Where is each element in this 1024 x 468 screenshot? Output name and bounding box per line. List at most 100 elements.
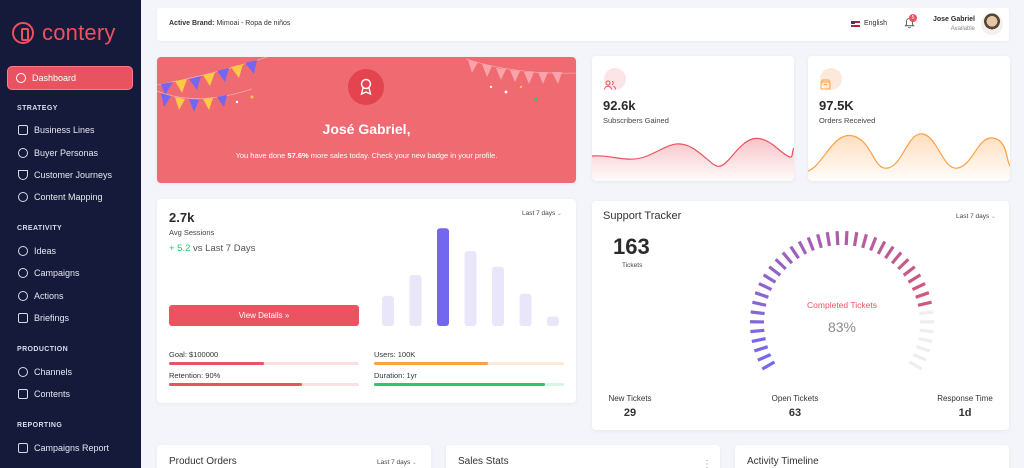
goal-progress-fill [169,362,264,365]
language-selector[interactable]: English [851,20,887,27]
users-progress-fill [374,362,488,365]
subscribers-value: 92.6k [603,98,636,113]
gauge-segment [781,251,794,265]
topbar: Active Brand: Mimoai - Ropa de niños Eng… [157,8,1009,41]
hero-title: José Gabriel, [322,121,411,137]
sidebar-item-label: Briefings [34,313,70,323]
sidebar-item-buyer-personas[interactable]: Buyer Personas [18,148,98,158]
open-tickets-label: Open Tickets [771,394,819,403]
orders-label: Orders Received [819,116,876,125]
new-tickets-label: New Tickets [608,394,652,403]
sidebar-item-label: Customer Journeys [34,170,113,180]
sidebar-item-business-lines[interactable]: Business Lines [18,125,95,135]
play-circle-icon [18,291,28,301]
sidebar-item-channels[interactable]: Channels [18,367,72,377]
users-label: Users: 100K [374,350,416,359]
sessions-bar-chart [382,228,559,326]
duration-progress-fill [374,383,545,386]
sidebar-item-actions[interactable]: Actions [18,291,64,301]
congratulations-card: José Gabriel, You have done 57.6% more s… [157,57,576,183]
sidebar-item-campaigns[interactable]: Campaigns [18,268,80,278]
package-icon [820,79,831,90]
subscribers-card: 92.6k Subscribers Gained [592,56,794,181]
open-tickets-value: 63 [788,407,802,419]
subscribers-sparkline [592,137,794,181]
gauge-segment [754,291,769,299]
gauge-segment [753,345,769,353]
gauge-value: 83% [827,319,857,335]
session-bar [409,275,422,326]
gauge-segment [919,328,934,334]
gauge-segment [897,258,910,271]
us-flag-icon [851,20,860,27]
gauge-segment [752,300,767,307]
support-tracker-card: Support Tracker Last 7 days 163 Tickets … [592,201,1009,430]
copy-icon [18,389,28,399]
gauge-segment [750,310,765,316]
gauge-segment [861,233,868,249]
sidebar-item-campaigns-report[interactable]: Campaigns Report [18,443,109,453]
tickets-label: Tickets [622,262,643,269]
sidebar-item-contents[interactable]: Contents [18,389,70,399]
sidebar-item-customer-journeys[interactable]: Customer Journeys [18,170,112,180]
sessions-delta: + 5.2 vs Last 7 Days [169,243,256,254]
confetti-left-decoration [157,57,268,112]
brand[interactable]: contery [12,20,116,46]
orders-value: 97.5K [819,98,854,113]
session-bar [492,266,504,326]
nav-section-reporting: REPORTING [17,422,63,429]
session-bar [519,293,532,326]
sessions-range-dropdown[interactable]: Last 7 days [522,210,562,217]
gauge-segment [761,360,776,371]
sidebar-item-label: Ideas [34,246,57,256]
gauge-segment [806,236,815,252]
sidebar-item-briefings[interactable]: Briefings [18,313,69,323]
gauge-segment [762,273,777,284]
duration-label: Duration: 1yr [374,371,417,380]
notification-badge: 5 [909,14,917,22]
new-tickets-value: 29 [623,407,637,419]
gauge-segment [911,282,926,292]
brand-logo-icon [12,22,34,44]
sidebar-item-label: Contents [34,389,71,399]
gauge-segment [902,265,916,277]
support-range-dropdown[interactable]: Last 7 days [956,213,996,220]
gauge-segment [912,353,927,362]
award-badge [348,69,384,105]
nav-section-production: PRODUCTION [17,346,69,353]
user-name[interactable]: Jose Gabriel [927,16,975,23]
session-bar [437,228,449,326]
lightbulb-icon [18,246,28,256]
retention-label: Retention: 90% [169,371,221,380]
duration-progress-bar [374,383,564,386]
session-bar [464,251,477,326]
sidebar-item-content-mapping[interactable]: Content Mapping [18,192,103,202]
user-plus-icon [18,148,28,158]
sidebar-item-label: Campaigns Report [34,443,110,453]
language-label: English [864,20,887,27]
gauge-segment [758,282,773,292]
share-icon [18,367,28,377]
gauge-segment [825,231,832,247]
users-icon-wrap [604,68,626,90]
gauge-segment [917,300,932,307]
cube-icon [18,125,28,135]
more-vertical-icon[interactable]: ⋮ [702,459,712,468]
retention-progress-fill [169,383,302,386]
product-orders-range-dropdown[interactable]: Last 7 days [377,459,417,466]
subscribers-label: Subscribers Gained [603,116,669,125]
view-details-button[interactable]: View Details » [169,305,359,326]
sidebar-item-ideas[interactable]: Ideas [18,246,56,256]
activity-timeline-title: Activity Timeline [747,456,819,467]
document-icon [18,313,28,323]
avatar[interactable] [981,13,1003,35]
active-brand-value[interactable]: Mimoai - Ropa de niños [216,20,290,27]
activity-timeline-card: Activity Timeline [735,445,1009,468]
gauge-segment [907,273,922,284]
sidebar-item-dashboard[interactable]: Dashboard [8,67,132,89]
hero-message: You have done 57.6% more sales today. Ch… [235,151,498,160]
gauge-segment [869,236,878,252]
package-icon-wrap [820,68,842,90]
filter-icon [18,170,28,180]
nav-section-strategy: STRATEGY [17,105,58,112]
